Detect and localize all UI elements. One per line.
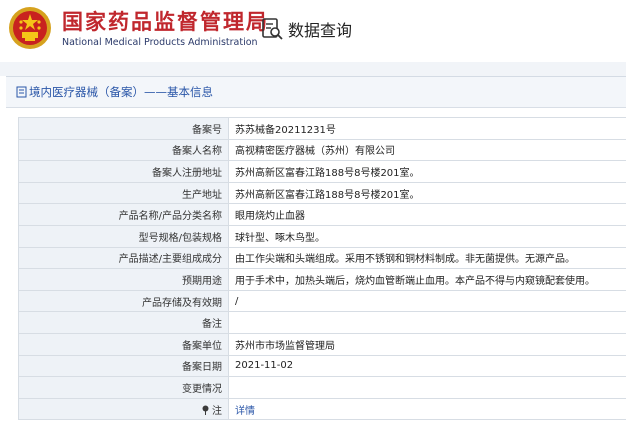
row-value: 苏州市市场监督管理局 <box>229 333 626 355</box>
table-row: 注 详情 <box>19 398 626 420</box>
brand-name-cn: 国家药品监督管理局 <box>62 9 269 35</box>
note-label-cell: 注 <box>19 398 229 420</box>
note-value-cell: 详情 <box>229 398 626 420</box>
table-row: 备案日期 2021-11-02 <box>19 355 626 377</box>
row-label: 产品存储及有效期 <box>19 290 229 312</box>
row-label: 变更情况 <box>19 377 229 399</box>
panel-title-text: 境内医疗器械（备案）——基本信息 <box>29 85 213 99</box>
row-label: 预期用途 <box>19 269 229 291</box>
table-row: 生产地址 苏州高新区富春江路188号8号楼201室。 <box>19 182 626 204</box>
note-label: 注 <box>212 406 222 417</box>
row-label: 备案日期 <box>19 355 229 377</box>
national-emblem-icon <box>8 6 52 50</box>
details-link[interactable]: 详情 <box>235 406 255 417</box>
row-label: 型号规格/包装规格 <box>19 225 229 247</box>
info-table: 备案号 苏苏械备20211231号 备案人名称 高视精密医疗器械（苏州）有限公司… <box>18 117 626 420</box>
data-query-label: 数据查询 <box>288 17 352 41</box>
row-label: 产品描述/主要组成成分 <box>19 247 229 269</box>
row-label: 备案号 <box>19 118 229 140</box>
row-value: 苏州高新区富春江路188号8号楼201室。 <box>229 161 626 183</box>
row-label: 备案人注册地址 <box>19 161 229 183</box>
data-query-link[interactable]: 数据查询 <box>260 17 352 41</box>
row-label: 生产地址 <box>19 182 229 204</box>
note-icon <box>201 405 210 415</box>
header-divider <box>0 62 626 76</box>
basic-info-panel: 境内医疗器械（备案）——基本信息 备案号 苏苏械备20211231号 备案人名称… <box>6 76 626 445</box>
row-value: 苏苏械备20211231号 <box>229 118 626 140</box>
table-row: 产品存储及有效期 / <box>19 290 626 312</box>
document-icon <box>16 86 27 98</box>
table-row: 变更情况 <box>19 377 626 399</box>
row-value: 高视精密医疗器械（苏州）有限公司 <box>229 139 626 161</box>
table-row: 备案人注册地址 苏州高新区富春江路188号8号楼201室。 <box>19 161 626 183</box>
row-value: 由工作尖端和头端组成。采用不锈钢和铜材料制成。非无菌提供。无源产品。 <box>229 247 626 269</box>
row-value: / <box>229 290 626 312</box>
table-row: 产品名称/产品分类名称 眼用烧灼止血器 <box>19 204 626 226</box>
brand-name-en: National Medical Products Administration <box>62 37 269 49</box>
row-label: 产品名称/产品分类名称 <box>19 204 229 226</box>
table-row: 型号规格/包装规格 球针型、啄木鸟型。 <box>19 225 626 247</box>
row-value: 苏州高新区富春江路188号8号楼201室。 <box>229 182 626 204</box>
row-value <box>229 377 626 399</box>
table-row: 备案单位 苏州市市场监督管理局 <box>19 333 626 355</box>
row-value <box>229 312 626 334</box>
row-label: 备案单位 <box>19 333 229 355</box>
table-row: 备案号 苏苏械备20211231号 <box>19 118 626 140</box>
document-search-icon <box>260 17 284 41</box>
site-header: 国家药品监督管理局 National Medical Products Admi… <box>0 0 626 62</box>
brand[interactable]: 国家药品监督管理局 National Medical Products Admi… <box>62 9 269 49</box>
table-row: 预期用途 用于手术中，加热头端后，烧灼血管断端止血用。本产品不得与内窥镜配套使用… <box>19 269 626 291</box>
row-value: 眼用烧灼止血器 <box>229 204 626 226</box>
table-row: 产品描述/主要组成成分 由工作尖端和头端组成。采用不锈钢和铜材料制成。非无菌提供… <box>19 247 626 269</box>
row-value: 球针型、啄木鸟型。 <box>229 225 626 247</box>
table-row: 备注 <box>19 312 626 334</box>
row-value: 2021-11-02 <box>229 355 626 377</box>
table-row: 备案人名称 高视精密医疗器械（苏州）有限公司 <box>19 139 626 161</box>
row-label: 备注 <box>19 312 229 334</box>
row-value: 用于手术中，加热头端后，烧灼血管断端止血用。本产品不得与内窥镜配套使用。 <box>229 269 626 291</box>
row-label: 备案人名称 <box>19 139 229 161</box>
panel-title: 境内医疗器械（备案）——基本信息 <box>6 77 626 108</box>
